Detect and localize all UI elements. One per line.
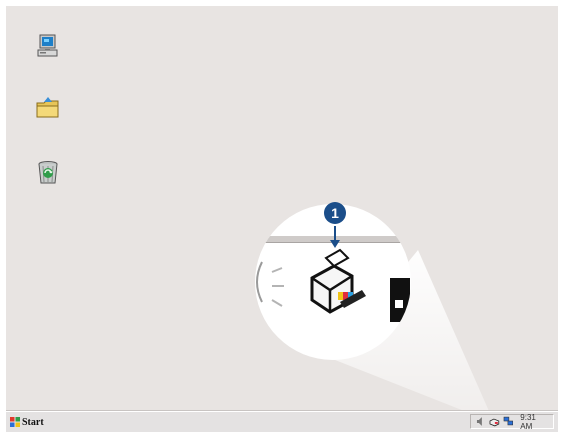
printer-status-icon[interactable] [489, 416, 500, 427]
start-label: Start [22, 416, 44, 428]
system-tray: 9:31 AM [470, 412, 554, 431]
start-button[interactable]: Start [10, 415, 64, 429]
speaker-icon[interactable] [475, 416, 486, 427]
taskbar: Start 9:31 AM [6, 411, 558, 432]
taskbar-clock: 9:31 AM [520, 412, 536, 431]
my-computer-icon[interactable] [34, 32, 62, 60]
recycle-bin-icon[interactable] [34, 158, 62, 186]
desktop [6, 6, 558, 411]
folder-icon[interactable] [34, 94, 62, 122]
network-icon[interactable] [503, 416, 514, 427]
windows-logo-icon [10, 417, 20, 427]
